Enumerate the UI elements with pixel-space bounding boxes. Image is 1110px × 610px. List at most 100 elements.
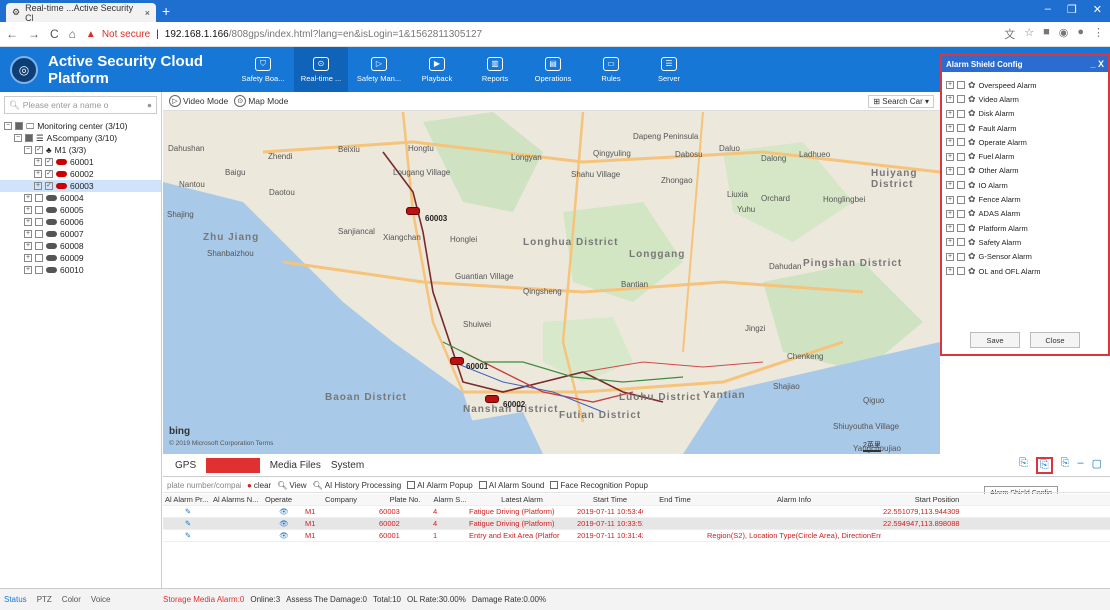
tab-media-files[interactable]: Media Files <box>270 460 321 471</box>
alarm-type-item[interactable]: + ✿ G-Sensor Alarm <box>946 250 1104 264</box>
vehicle-tree-item[interactable]: +60005 <box>0 204 161 216</box>
expand-icon[interactable]: + <box>946 224 954 233</box>
column-header[interactable]: Start Position <box>881 495 991 504</box>
vehicle-tree-item[interactable]: +60007 <box>0 228 161 240</box>
save-button[interactable]: Save <box>970 332 1020 348</box>
maximize-panel-icon[interactable]: ▢ <box>1092 457 1102 474</box>
table-row[interactable]: ✎ 👁︎ M1 60003 4 Fatigue Driving (Platform) 201… <box>163 506 1110 518</box>
tab-close-icon[interactable]: × <box>145 8 150 18</box>
nav-item-real-time[interactable]: ⊙ Real-time ... <box>294 47 348 92</box>
expand-icon[interactable]: + <box>24 266 32 274</box>
vehicle-tree-item[interactable]: +60008 <box>0 240 161 252</box>
table-row[interactable]: ✎ 👁︎ M1 60001 1 Entry and Exit Area (Platfor 2… <box>163 530 1110 542</box>
column-header[interactable]: Alarm Info <box>705 495 881 504</box>
menu-icon[interactable]: ⋮ <box>1093 26 1104 42</box>
column-header[interactable]: Plate No. <box>377 495 431 504</box>
expand-icon[interactable]: + <box>946 138 954 147</box>
column-header[interactable]: Al Alarm Pr... <box>163 495 211 504</box>
expand-icon[interactable]: + <box>946 181 954 190</box>
alarm-type-item[interactable]: + ✿ Operate Alarm <box>946 135 1104 149</box>
alarm-type-item[interactable]: + ✿ OL and OFL Alarm <box>946 264 1104 278</box>
checkbox-icon[interactable] <box>957 166 965 175</box>
vehicle-tree-item[interactable]: +60004 <box>0 192 161 204</box>
checkbox-icon[interactable] <box>957 95 965 104</box>
checkbox-icon[interactable] <box>35 218 43 226</box>
video-mode-button[interactable]: ▷ Video Mode <box>169 95 228 107</box>
search-car-button[interactable]: ⊞ Search Car ▾ <box>868 94 934 108</box>
checkbox-icon[interactable] <box>957 181 965 190</box>
info-icon[interactable]: ● <box>147 100 152 110</box>
column-header[interactable]: Start Time <box>575 495 643 504</box>
nav-item-operations[interactable]: ▤ Operations <box>526 47 580 92</box>
new-tab-button[interactable]: + <box>162 3 170 19</box>
checkbox-icon[interactable] <box>957 238 965 247</box>
nav-item-server[interactable]: ☰ Server <box>642 47 696 92</box>
star-icon[interactable]: ☆ <box>1024 26 1034 42</box>
checkbox-icon[interactable]: ✓ <box>35 146 43 154</box>
forward-icon[interactable]: → <box>28 27 40 41</box>
tab-voice[interactable]: Voice <box>91 595 111 604</box>
checkbox-icon[interactable] <box>957 152 965 161</box>
vehicle-tree-item[interactable]: + ✓ 60003 <box>0 180 161 192</box>
nav-item-safety-boa[interactable]: ⛉ Safety Boa... <box>236 47 290 92</box>
view-icon[interactable]: 👁︎ <box>263 507 303 516</box>
alarm-sound-icon[interactable]: ⎘ <box>1061 457 1070 474</box>
edit-icon[interactable]: ✎ <box>163 519 211 528</box>
checkbox-icon[interactable] <box>35 206 43 214</box>
vehicle-marker-60001[interactable] <box>450 357 464 365</box>
dialog-controls[interactable]: _ X <box>1090 59 1104 69</box>
clear-button[interactable]: ● clear <box>247 481 271 490</box>
expand-icon[interactable]: + <box>24 206 32 214</box>
nav-item-reports[interactable]: ▥ Reports <box>468 47 522 92</box>
alarm-type-item[interactable]: + ✿ IO Alarm <box>946 178 1104 192</box>
checkbox-icon[interactable] <box>957 252 965 261</box>
vehicle-search[interactable]: 🔍︎ Please enter a name o ● <box>4 96 157 114</box>
alarm-shield-config-icon[interactable]: ⎘ <box>1035 457 1053 474</box>
tab-ptz[interactable]: PTZ <box>37 595 52 604</box>
alarm-type-item[interactable]: + ✿ ADAS Alarm <box>946 207 1104 221</box>
collapse-icon[interactable]: − <box>24 146 32 154</box>
column-header[interactable]: Latest Alarm <box>467 495 575 504</box>
checkbox-icon[interactable]: ✓ <box>45 170 53 178</box>
vehicle-marker-60003[interactable] <box>406 207 420 215</box>
expand-icon[interactable]: + <box>946 166 954 175</box>
checkbox-icon[interactable]: ✓ <box>45 182 53 190</box>
translate-icon[interactable]: 文 <box>1004 26 1015 42</box>
checkbox-icon[interactable]: ✓ <box>45 158 53 166</box>
map-mode-button[interactable]: ⊙ Map Mode <box>234 95 288 107</box>
expand-icon[interactable]: + <box>946 95 954 104</box>
collapse-icon[interactable]: − <box>14 134 22 142</box>
checkbox-icon[interactable] <box>957 209 965 218</box>
vehicle-tree-item[interactable]: + ✓ 60002 <box>0 168 161 180</box>
vehicle-tree-item[interactable]: +60010 <box>0 264 161 276</box>
face-popup-checkbox[interactable]: Face Recognition Popup <box>550 481 648 490</box>
view-icon[interactable]: 👁︎ <box>263 519 303 528</box>
tree-root[interactable]: − 🖵 Monitoring center (3/10) <box>0 120 161 132</box>
expand-icon[interactable]: + <box>946 238 954 247</box>
tab-gps[interactable]: GPS <box>175 460 196 471</box>
expand-icon[interactable]: + <box>34 158 42 166</box>
alarm-type-item[interactable]: + ✿ Safety Alarm <box>946 235 1104 249</box>
checkbox-icon[interactable] <box>957 124 965 133</box>
column-header[interactable]: Company <box>303 495 377 504</box>
checkbox-icon[interactable] <box>957 224 965 233</box>
extension-icon[interactable]: ■ <box>1043 26 1050 42</box>
minimize-panel-icon[interactable]: – <box>1077 457 1083 474</box>
column-header[interactable]: Alarm S... <box>431 495 467 504</box>
restore-icon[interactable]: ❐ <box>1067 3 1077 16</box>
checkbox-icon[interactable] <box>957 81 965 90</box>
expand-icon[interactable]: + <box>34 182 42 190</box>
expand-icon[interactable]: + <box>946 81 954 90</box>
column-header[interactable]: Operate <box>263 495 303 504</box>
alarm-type-item[interactable]: + ✿ Disk Alarm <box>946 107 1104 121</box>
alarm-type-item[interactable]: + ✿ Video Alarm <box>946 92 1104 106</box>
history-button[interactable]: 🔍︎ AI History Processing <box>313 481 402 490</box>
browser-tab[interactable]: ⚙ Real-time ...Active Security Cl × <box>6 3 156 23</box>
checkbox-icon[interactable] <box>35 194 43 202</box>
close-window-icon[interactable]: ✕ <box>1093 3 1102 16</box>
vehicle-marker-60002[interactable] <box>485 395 499 403</box>
map-view[interactable]: ▷ Video Mode ⊙ Map Mode ⊞ Search Car ▾ D… <box>163 92 940 454</box>
vehicle-tree-item[interactable]: +60006 <box>0 216 161 228</box>
checkbox-icon[interactable] <box>35 266 43 274</box>
expand-icon[interactable]: + <box>946 267 954 275</box>
